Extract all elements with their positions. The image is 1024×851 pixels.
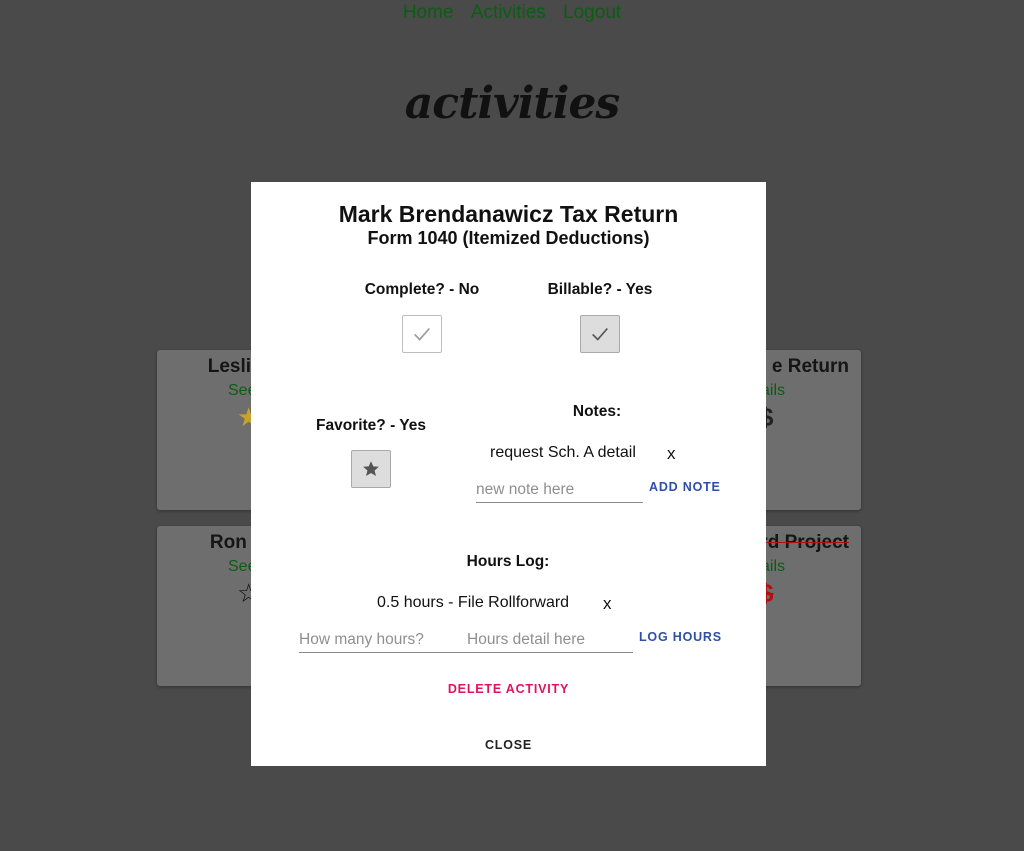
log-hours-button[interactable]: LOG HOURS	[639, 630, 722, 644]
top-nav: Home Activities Logout	[0, 2, 1024, 24]
card-title: e Return	[771, 356, 849, 377]
complete-label: Complete? - No	[364, 281, 480, 298]
billable-label: Billable? - Yes	[547, 281, 653, 298]
note-item-text: request Sch. A detail	[490, 444, 636, 461]
hours-log-label: Hours Log:	[466, 553, 550, 570]
favorite-label: Favorite? - Yes	[316, 417, 426, 434]
card-title: rd Project	[760, 532, 849, 553]
nav-logout-link[interactable]: Logout	[563, 2, 621, 23]
hours-input[interactable]	[299, 627, 467, 653]
billable-checkbox[interactable]	[580, 315, 620, 353]
delete-hours-button[interactable]: x	[603, 594, 612, 614]
new-note-input[interactable]	[476, 477, 643, 503]
modal-subtitle: Form 1040 (Itemized Deductions)	[367, 228, 650, 248]
nav-activities-link[interactable]: Activities	[471, 2, 546, 23]
delete-note-button[interactable]: x	[667, 444, 676, 464]
check-icon	[414, 327, 430, 341]
hours-log-item-text: 0.5 hours - File Rollforward	[377, 594, 570, 611]
page-title: activities	[404, 78, 620, 129]
close-button[interactable]: CLOSE	[251, 738, 766, 752]
activity-detail-modal: Mark Brendanawicz Tax Return Form 1040 (…	[251, 182, 766, 766]
delete-activity-button[interactable]: DELETE ACTIVITY	[251, 682, 766, 696]
complete-checkbox[interactable]	[402, 315, 442, 353]
nav-home-link[interactable]: Home	[403, 2, 454, 23]
modal-title: Mark Brendanawicz Tax Return	[338, 201, 679, 227]
hours-detail-input[interactable]	[467, 627, 633, 653]
add-note-button[interactable]: ADD NOTE	[649, 480, 721, 494]
notes-label: Notes:	[572, 403, 622, 420]
star-icon	[363, 461, 379, 476]
check-icon	[592, 327, 608, 341]
favorite-toggle[interactable]	[351, 450, 391, 488]
